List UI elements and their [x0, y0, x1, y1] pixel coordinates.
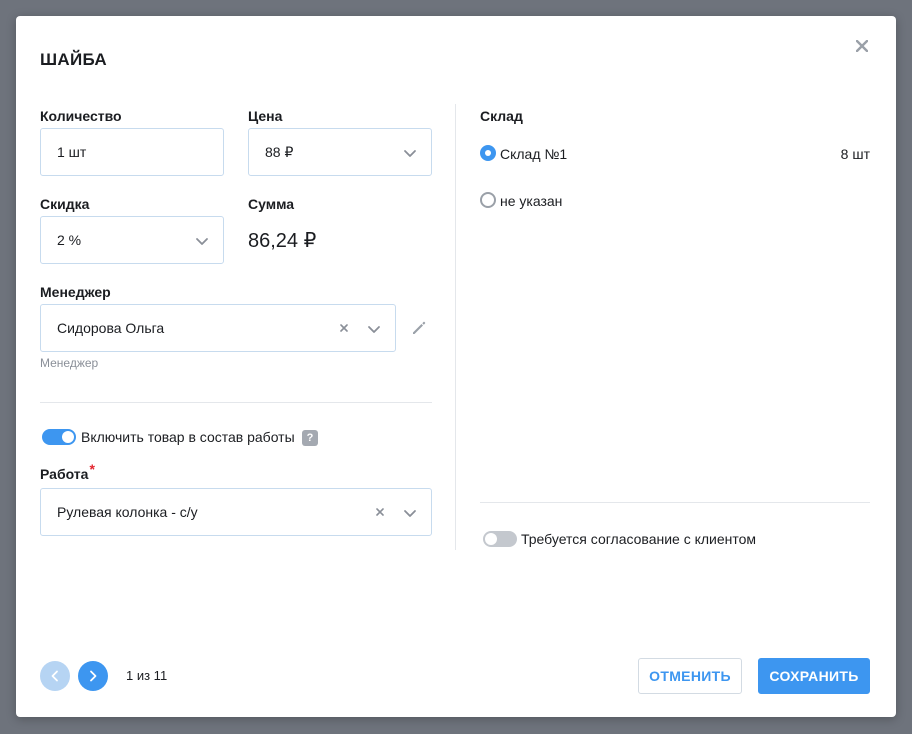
close-icon	[856, 40, 868, 52]
chevron-left-icon	[51, 670, 58, 682]
warehouse-option-name[interactable]: не указан	[500, 193, 562, 209]
next-button[interactable]	[78, 661, 108, 691]
pager-text: 1 из 11	[126, 668, 168, 683]
include-in-work-label: Включить товар в состав работы	[81, 429, 295, 445]
save-button[interactable]: СОХРАНИТЬ	[758, 658, 870, 694]
warehouse-option-radio[interactable]	[480, 145, 496, 161]
toggle-knob	[485, 533, 497, 545]
warehouse-label: Склад	[480, 108, 523, 124]
clear-manager-button[interactable]	[337, 321, 351, 335]
divider	[480, 502, 870, 503]
clear-icon	[340, 324, 348, 332]
quantity-label: Количество	[40, 108, 122, 124]
clear-icon	[376, 508, 384, 516]
discount-select[interactable]: 2 %	[40, 216, 224, 264]
product-dialog: ШАЙБА Количество 1 шт Цена 88 ₽ Скидка 2…	[16, 16, 896, 717]
price-label: Цена	[248, 108, 283, 124]
divider	[40, 402, 432, 403]
pencil-icon[interactable]	[410, 319, 428, 337]
discount-label: Скидка	[40, 196, 90, 212]
manager-label: Менеджер	[40, 284, 111, 300]
discount-value: 2 %	[57, 232, 82, 248]
sum-label: Сумма	[248, 196, 295, 212]
work-label: Работа*	[40, 461, 95, 482]
client-approval-toggle[interactable]	[483, 531, 517, 547]
price-select[interactable]: 88 ₽	[248, 128, 432, 176]
include-in-work-toggle[interactable]	[42, 429, 76, 445]
price-value: 88 ₽	[265, 143, 294, 160]
manager-hint: Менеджер	[40, 356, 99, 370]
warehouse-option-name[interactable]: Склад №1	[500, 146, 567, 162]
work-select[interactable]: Рулевая колонка - с/у	[40, 488, 432, 536]
chevron-right-icon	[90, 670, 97, 682]
quantity-value: 1 шт	[57, 144, 87, 160]
quantity-input[interactable]: 1 шт	[40, 128, 224, 176]
previous-button[interactable]	[40, 661, 70, 691]
column-divider	[455, 104, 456, 550]
manager-select[interactable]: Сидорова Ольга	[40, 304, 396, 352]
required-mark: *	[89, 461, 95, 477]
sum-value: 86,24 ₽	[248, 230, 317, 252]
chevron-down-icon	[404, 150, 416, 157]
clear-work-button[interactable]	[373, 505, 387, 519]
close-button[interactable]	[852, 36, 872, 56]
dialog-title: ШАЙБА	[40, 50, 107, 69]
chevron-down-icon	[368, 326, 380, 333]
work-label-text: Работа	[40, 466, 89, 482]
manager-value: Сидорова Ольга	[57, 320, 165, 336]
cancel-button[interactable]: ОТМЕНИТЬ	[638, 658, 742, 694]
toggle-knob	[62, 431, 74, 443]
client-approval-label: Требуется согласование с клиентом	[521, 531, 757, 547]
chevron-down-icon	[404, 510, 416, 517]
chevron-down-icon	[196, 238, 208, 245]
work-value: Рулевая колонка - с/у	[57, 504, 198, 520]
warehouse-option-qty: 8 шт	[840, 146, 870, 162]
help-icon[interactable]: ?	[302, 430, 318, 446]
warehouse-option-radio[interactable]	[480, 192, 496, 208]
